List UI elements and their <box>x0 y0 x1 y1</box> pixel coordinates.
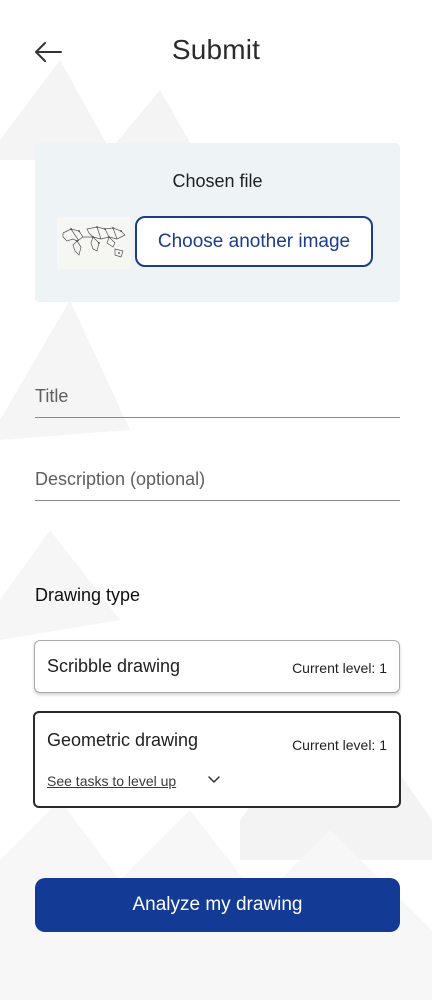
description-placeholder: Description (optional) <box>35 469 206 489</box>
chosen-file-label: Chosen file <box>172 171 263 191</box>
chevron-down-icon[interactable] <box>207 775 221 785</box>
analyze-drawing-button[interactable]: Analyze my drawing <box>35 878 400 932</box>
drawing-type-option-geometric[interactable]: Geometric drawing Current level: 1 See t… <box>33 711 401 808</box>
option-level: Current level: 1 <box>292 737 387 753</box>
chosen-file-panel: Chosen file Choose another image <box>35 143 400 302</box>
page-title: Submit <box>171 34 261 65</box>
option-name: Scribble drawing <box>47 656 181 676</box>
description-field[interactable]: Description (optional) <box>35 469 400 501</box>
option-name: Geometric drawing <box>47 730 199 750</box>
option-level: Current level: 1 <box>292 660 387 676</box>
choose-another-image-button[interactable]: Choose another image <box>135 216 373 267</box>
chosen-image-thumbnail <box>57 217 131 269</box>
title-field[interactable]: Title <box>35 386 400 418</box>
drawing-type-option-scribble[interactable]: Scribble drawing Current level: 1 <box>34 640 400 693</box>
title-placeholder: Title <box>35 386 69 406</box>
drawing-type-label: Drawing type <box>35 585 141 605</box>
see-tasks-link[interactable]: See tasks to level up <box>47 773 176 789</box>
